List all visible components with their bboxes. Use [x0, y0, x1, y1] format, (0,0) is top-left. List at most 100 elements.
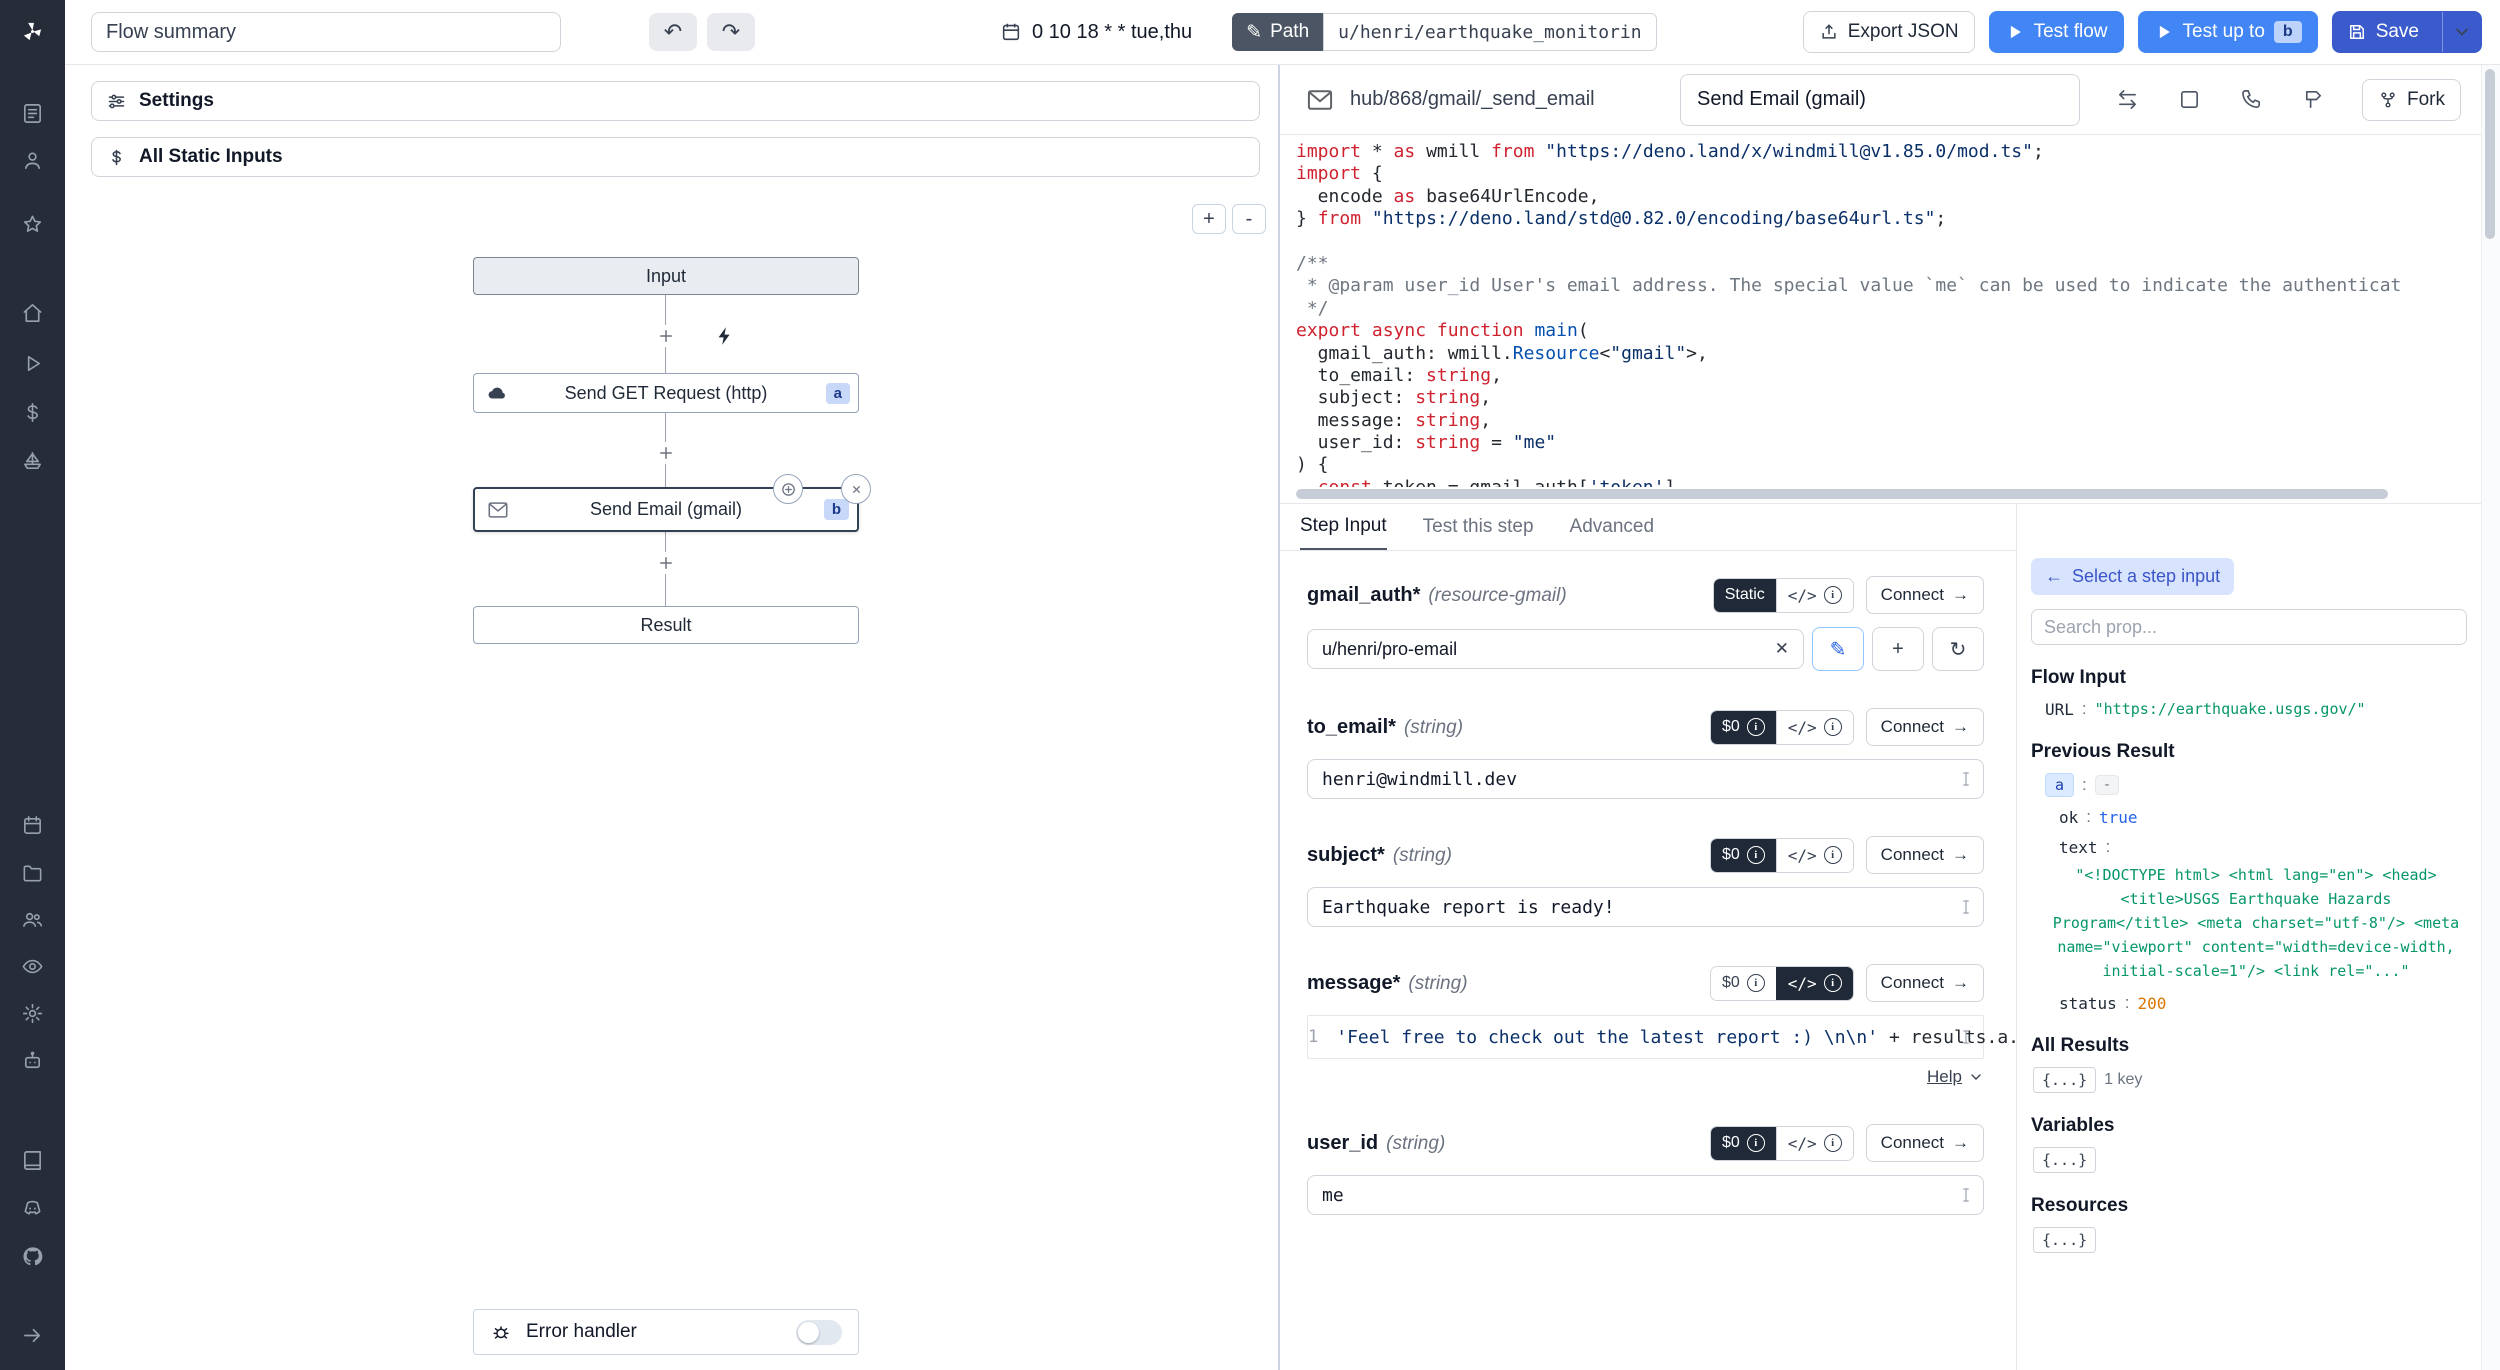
scrollbar-thumb[interactable]	[2485, 69, 2495, 239]
window-icon[interactable]	[2174, 85, 2204, 115]
docs-icon[interactable]	[20, 1147, 46, 1173]
scripts-icon[interactable]	[20, 100, 46, 126]
select-step-input-button[interactable]: ← Select a step input	[2031, 558, 2234, 595]
ai-builder-icon[interactable]	[713, 324, 737, 348]
audit-logs-icon[interactable]	[20, 953, 46, 979]
input-mode-toggle: $0 </>	[1710, 1126, 1854, 1161]
zoom-out-button[interactable]: -	[1232, 204, 1266, 234]
discord-icon[interactable]	[20, 1195, 46, 1221]
code-mode-button[interactable]: </>	[1776, 579, 1853, 612]
all-results-object-chip[interactable]: {...}	[2033, 1067, 2096, 1093]
flow-summary-input[interactable]	[91, 12, 561, 52]
prop-row-status[interactable]: status : 200	[2031, 993, 2467, 1013]
subject-input[interactable]: Earthquake report is ready!	[1307, 887, 1984, 927]
prop-row-url[interactable]: URL : "https://earthquake.usgs.gov/"	[2031, 699, 2467, 719]
save-dropdown-button[interactable]	[2442, 12, 2481, 52]
tab-advanced[interactable]: Advanced	[1570, 504, 1655, 550]
connect-button[interactable]: Connect→	[1866, 576, 1984, 614]
prop-row-text[interactable]: text :	[2031, 837, 2467, 857]
connect-button[interactable]: Connect→	[1866, 836, 1984, 874]
undo-button[interactable]: ↶	[649, 13, 697, 51]
topbar: ↶ ↷ 0 10 18 * * tue,thu ✎ Path u/henri/e…	[65, 0, 2500, 65]
tab-step-input[interactable]: Step Input	[1300, 504, 1387, 550]
step-tabs: Step Input Test this step Advanced	[1280, 504, 2016, 551]
refresh-resource-button[interactable]	[1932, 627, 1984, 671]
expand-sidebar-icon[interactable]	[20, 1322, 46, 1348]
code-mode-button[interactable]: </>	[1776, 1127, 1853, 1160]
variables-object-chip[interactable]: {...}	[2033, 1147, 2096, 1173]
runs-icon[interactable]	[20, 350, 46, 376]
phone-icon[interactable]	[2236, 85, 2266, 115]
milestone-icon[interactable]	[2298, 85, 2328, 115]
delete-step-button[interactable]	[841, 474, 871, 504]
test-flow-button[interactable]: Test flow	[1989, 11, 2124, 53]
redo-button[interactable]: ↷	[707, 13, 755, 51]
prop-row-a[interactable]: a : -	[2031, 773, 2467, 797]
tab-test-this-step[interactable]: Test this step	[1423, 504, 1534, 550]
path-group: ✎ Path u/henri/earthquake_monitorin	[1232, 13, 1656, 51]
diff-icon[interactable]	[2112, 85, 2142, 115]
flow-node-http[interactable]: Send GET Request (http) a	[473, 373, 859, 413]
favorites-icon[interactable]	[20, 211, 46, 237]
user-id-input[interactable]: me	[1307, 1175, 1984, 1215]
home-icon[interactable]	[20, 300, 46, 326]
schedules-icon[interactable]	[20, 812, 46, 838]
step-name-input[interactable]	[1680, 74, 2080, 126]
folders-icon[interactable]	[20, 860, 46, 886]
add-step-button[interactable]	[655, 325, 677, 347]
resources-icon[interactable]	[20, 447, 46, 473]
move-step-icon[interactable]	[773, 474, 803, 504]
workers-icon[interactable]	[20, 1048, 46, 1074]
github-icon[interactable]	[20, 1243, 46, 1269]
connect-button[interactable]: Connect→	[1866, 1124, 1984, 1162]
text-value[interactable]: "<!DOCTYPE html> <html lang="en"> <head>…	[2031, 863, 2467, 983]
flow-node-result[interactable]: Result	[473, 606, 859, 644]
test-up-to-button[interactable]: Test up to b	[2138, 11, 2318, 53]
search-prop-input[interactable]	[2031, 609, 2467, 645]
flow-node-input[interactable]: Input	[473, 257, 859, 295]
export-json-button[interactable]: Export JSON	[1803, 11, 1975, 53]
code-mode-button[interactable]: </>	[1776, 711, 1853, 744]
connect-button[interactable]: Connect→	[1866, 708, 1984, 746]
resource-picker-input[interactable]: u/henri/pro-email	[1307, 629, 1804, 669]
resources-object-chip[interactable]: {...}	[2033, 1227, 2096, 1253]
add-step-button[interactable]	[655, 442, 677, 464]
static-mode-button[interactable]: $0	[1711, 967, 1776, 1000]
edit-path-button[interactable]: ✎ Path	[1232, 13, 1323, 51]
flow-settings-button[interactable]: Settings	[91, 81, 1260, 121]
save-button[interactable]: Save	[2332, 11, 2482, 53]
field-label: user_id(string)	[1307, 1132, 1445, 1155]
to-email-input[interactable]: henri@windmill.dev	[1307, 759, 1984, 799]
zoom-in-button[interactable]: +	[1192, 204, 1226, 234]
variables-icon[interactable]	[20, 399, 46, 425]
edit-resource-button[interactable]	[1812, 627, 1864, 671]
clear-resource-icon[interactable]	[1775, 639, 1789, 659]
error-handler-toggle[interactable]	[796, 1320, 842, 1345]
error-handler-row[interactable]: Error handler	[473, 1309, 859, 1355]
schedule-display[interactable]: 0 10 18 * * tue,thu	[1000, 21, 1192, 44]
prop-row-ok[interactable]: ok : true	[2031, 807, 2467, 827]
undo-icon: ↶	[664, 19, 682, 45]
flow-node-gmail[interactable]: Send Email (gmail) b	[473, 487, 859, 532]
add-step-button[interactable]	[655, 552, 677, 574]
help-link[interactable]: Help	[1927, 1067, 1962, 1087]
add-resource-button[interactable]	[1872, 627, 1924, 671]
code-mode-button[interactable]: </>	[1776, 839, 1853, 872]
message-expression-editor[interactable]: 1 'Feel free to check out the latest rep…	[1307, 1015, 1984, 1059]
scrollbar-thumb[interactable]	[1296, 489, 2388, 499]
hub-script-path[interactable]: hub/868/gmail/_send_email	[1350, 88, 1595, 111]
users-icon[interactable]	[20, 147, 46, 173]
all-static-inputs-button[interactable]: All Static Inputs	[91, 137, 1260, 177]
static-mode-button[interactable]: $0	[1711, 711, 1776, 744]
static-mode-button[interactable]: $0	[1711, 839, 1776, 872]
chevron-down-icon	[2452, 22, 2472, 42]
code-editor[interactable]: import * as wmill from "https://deno.lan…	[1280, 135, 2481, 487]
connect-button[interactable]: Connect→	[1866, 964, 1984, 1002]
windmill-logo[interactable]	[20, 18, 46, 44]
code-mode-button[interactable]: </>	[1776, 967, 1853, 1000]
settings-icon[interactable]	[20, 1000, 46, 1026]
fork-button[interactable]: Fork	[2362, 79, 2461, 121]
static-mode-button[interactable]: Static	[1714, 579, 1776, 612]
groups-icon[interactable]	[20, 906, 46, 932]
static-mode-button[interactable]: $0	[1711, 1127, 1776, 1160]
